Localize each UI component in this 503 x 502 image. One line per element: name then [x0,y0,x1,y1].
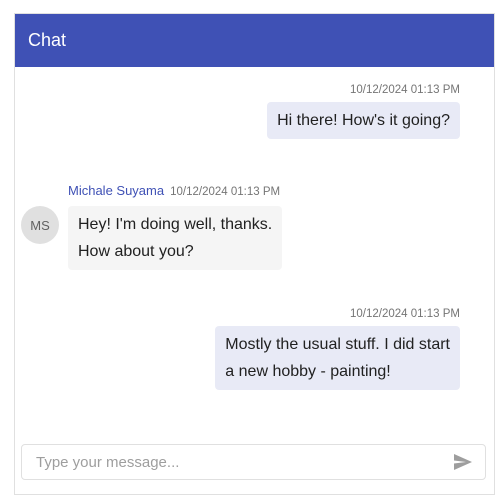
message-composer [21,444,486,480]
message-meta: Michale Suyama 10/12/2024 01:13 PM [68,183,282,198]
message-text-line: How about you? [78,243,194,260]
outgoing-message: 10/12/2024 01:13 PM Hi there! How's it g… [267,84,460,139]
message-bubble: Hi there! How's it going? [267,102,460,139]
incoming-message-body: Michale Suyama 10/12/2024 01:13 PM Hey! … [68,183,283,270]
message-text-line: Hey! I'm doing well, thanks. [78,216,273,233]
send-icon [454,454,472,470]
message-text-line: a new hobby - painting! [225,363,391,380]
message-input[interactable] [36,453,451,471]
message-list: 10/12/2024 01:13 PM Hi there! How's it g… [15,67,494,494]
incoming-message: MS Michale Suyama 10/12/2024 01:13 PM He… [21,183,283,270]
message-timestamp: 10/12/2024 01:13 PM [170,186,281,198]
chat-window: Chat 10/12/2024 01:13 PM Hi there! How's… [14,13,495,495]
message-text-line: Hi there! How's it going? [277,112,450,129]
chat-header: Chat [15,14,494,67]
outgoing-message: 10/12/2024 01:13 PM Mostly the usual stu… [215,308,460,390]
message-bubble: Mostly the usual stuff. I did start a ne… [215,326,460,390]
avatar: MS [21,206,59,244]
message-text-line: Mostly the usual stuff. I did start [225,336,450,353]
message-timestamp: 10/12/2024 01:13 PM [350,84,460,96]
message-bubble: Hey! I'm doing well, thanks. How about y… [68,206,283,270]
message-timestamp: 10/12/2024 01:13 PM [350,308,460,320]
chat-title: Chat [28,30,67,50]
send-button[interactable] [451,450,475,474]
sender-name: Michale Suyama [68,183,165,198]
